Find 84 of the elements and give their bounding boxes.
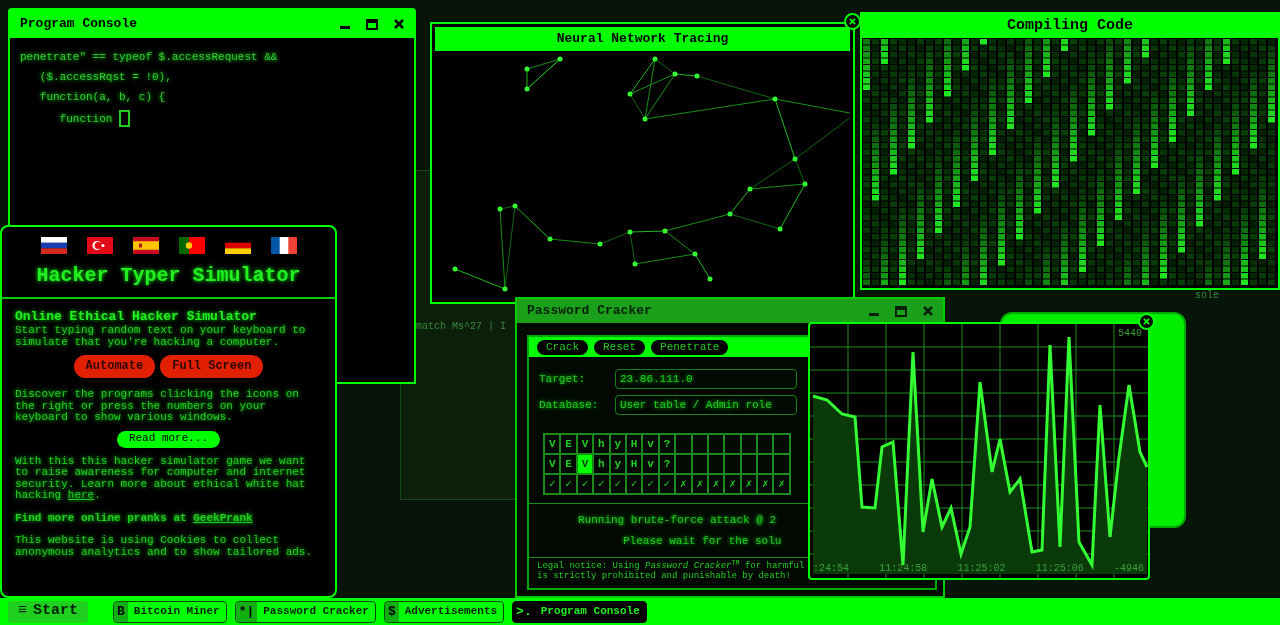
time-label: 11:25:02	[957, 562, 1006, 576]
maximize-icon[interactable]	[366, 18, 378, 30]
field-label: Database:	[539, 397, 600, 413]
grid-cell: ✓	[625, 474, 643, 494]
grid-cell: ✗	[740, 474, 758, 494]
taskbar-item[interactable]: >. Program Console	[512, 600, 647, 623]
app-title: Hacker Typer Simulator	[36, 262, 301, 289]
intro-text: Start typing random text on your keyboard to simulate that you're hacking a computer.	[15, 325, 307, 348]
status-text: Please wait for the solu	[623, 533, 782, 549]
grid-cell: ✗	[675, 474, 692, 494]
grid-cell: v	[642, 454, 659, 474]
background-text: match Ms^27 | I	[416, 320, 506, 334]
time-label: 11:24:58	[879, 562, 928, 576]
close-icon	[849, 18, 856, 25]
code-line: function	[58, 111, 113, 126]
grid-cell: ?	[658, 434, 676, 454]
window-title: Program Console	[20, 15, 138, 34]
grid-cell: y	[609, 454, 626, 474]
grid-cell: h	[593, 454, 610, 474]
text-field[interactable]: User table / Admin role	[615, 395, 797, 415]
toolbar-button[interactable]: Crack	[537, 339, 588, 355]
grid-cell: ✗	[691, 474, 708, 494]
grid-cell: V	[576, 434, 594, 454]
taskbar-item[interactable]: $ Advertisements	[383, 600, 505, 623]
grid-cell: ?	[658, 454, 676, 474]
code-line: ($.accessRqst = !0),	[38, 70, 172, 84]
grid-cell: ✗	[724, 474, 741, 494]
flag-icon[interactable]	[86, 237, 113, 254]
flag-icon[interactable]	[178, 237, 205, 254]
taskbar-item[interactable]: *| Password Cracker	[234, 600, 376, 623]
pranks-text: Find more online pranks at GeekPrank	[15, 512, 254, 524]
grid-cell: ✗	[773, 474, 790, 494]
window-title: Neural Network Tracing	[556, 30, 729, 49]
time-label: 11:25:06	[1035, 562, 1084, 576]
code-line: function(a, b, c) {	[38, 90, 166, 104]
text-cursor	[119, 110, 131, 127]
taskbar-item[interactable]: B Bitcoin Miner	[113, 600, 227, 623]
grid-cell: ✓	[593, 474, 610, 494]
here-link[interactable]: here	[67, 489, 95, 501]
field-label: Target:	[539, 371, 587, 387]
read-more-button[interactable]: Read more...	[116, 430, 221, 448]
time-label: :24:54	[813, 562, 849, 576]
grid-cell: ✓	[642, 474, 659, 494]
max-value-label: 5440	[1118, 327, 1142, 341]
legal-notice: is strictly prohibited and punishable by death!	[537, 571, 791, 581]
grid-cell: E	[560, 454, 577, 474]
grid-cell: ✓	[609, 474, 626, 494]
grid-cell: h	[593, 434, 610, 454]
awareness-text: With this this hacker simulator game we want to raise awareness for computer and internet security. Learn more about ethical white hat hacking here.	[15, 455, 307, 502]
grid-cell: ✓	[658, 474, 676, 494]
background-text: sole	[1195, 289, 1219, 303]
action-button[interactable]: Automate	[73, 355, 156, 378]
legal-notice: Legal notice: Using Password Cracker$^{TM}$ for harmful	[537, 561, 805, 571]
toolbar-button[interactable]: Penetrate	[651, 339, 729, 355]
status-text: Running brute-force attack @ 2	[578, 513, 777, 528]
close-icon	[1143, 318, 1150, 325]
close-icon[interactable]	[394, 19, 404, 29]
cookies-text: This website is using Cookies to collect anonymous analytics and to show tailored ads.	[15, 535, 314, 558]
grid-cell: ✗	[757, 474, 774, 494]
grid-cell: V	[544, 434, 561, 454]
discover-text: Discover the programs clicking the icons on the right or press the numbers on your keyboard to show various windows.	[15, 389, 300, 424]
grid-cell: ✓	[544, 474, 561, 494]
window-title: Password Cracker	[527, 302, 652, 321]
flag-icon[interactable]	[270, 237, 297, 254]
grid-cell: ✓	[560, 474, 577, 494]
grid-cell: ✗	[707, 474, 725, 494]
grid-cell: ✓	[576, 474, 594, 494]
action-button[interactable]: Full Screen	[160, 355, 264, 378]
section-heading: Online Ethical Hacker Simulator	[15, 309, 258, 325]
flag-icon[interactable]	[132, 237, 159, 254]
flag-icon[interactable]	[40, 237, 67, 254]
grid-cell: y	[609, 434, 626, 454]
min-value-label: -4946	[1113, 562, 1144, 576]
grid-cell: E	[560, 434, 577, 454]
grid-cell: H	[625, 434, 643, 454]
grid-cell: v	[642, 434, 659, 454]
window-title: Compiling Code	[1007, 15, 1133, 36]
code-line: penetrate" == typeof $.accessRequest &&	[20, 50, 278, 64]
grid-cell: V	[544, 454, 561, 474]
grid-cell: H	[625, 454, 643, 474]
start-button[interactable]: ≡ Start	[8, 600, 88, 623]
toolbar-button[interactable]: Reset	[594, 339, 646, 355]
text-field[interactable]: 23.86.111.0	[615, 369, 797, 389]
geekprank-link[interactable]: GeekPrank	[193, 511, 253, 524]
